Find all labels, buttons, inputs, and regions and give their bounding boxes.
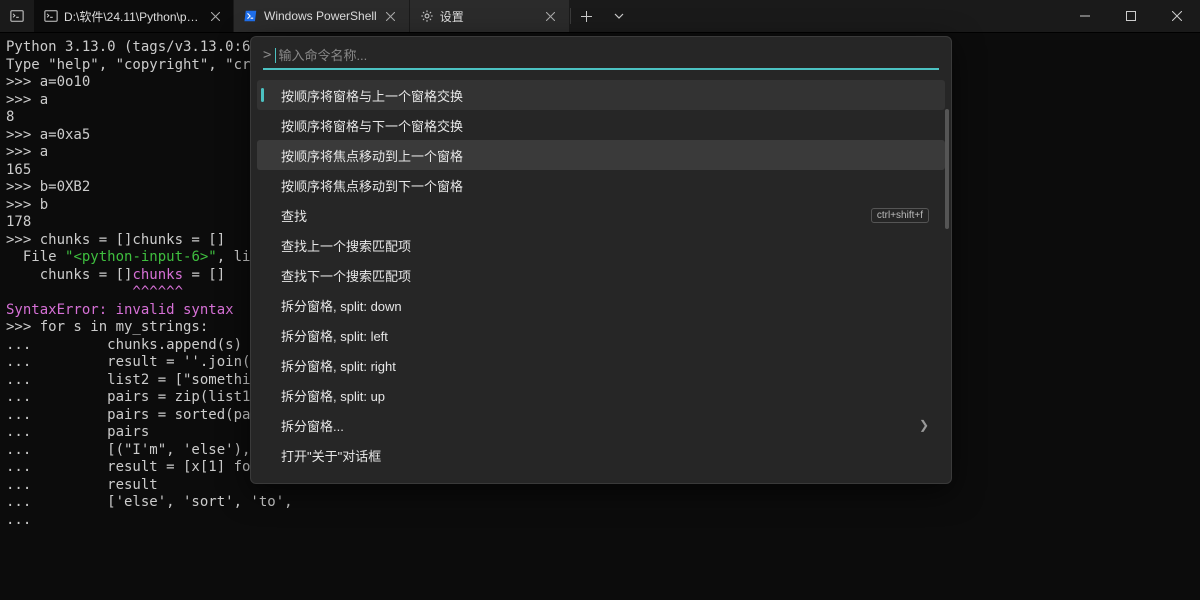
chevron-right-icon: ❯ bbox=[919, 418, 929, 432]
palette-item-label: 拆分窗格... bbox=[281, 416, 919, 435]
palette-item-3[interactable]: 按顺序将焦点移动到下一个窗格 bbox=[257, 170, 945, 200]
new-tab-button[interactable] bbox=[571, 0, 603, 32]
maximize-button[interactable] bbox=[1108, 0, 1154, 32]
palette-item-1[interactable]: 按顺序将窗格与下一个窗格交换 bbox=[257, 110, 945, 140]
palette-item-label: 拆分窗格, split: right bbox=[281, 356, 929, 375]
palette-item-10[interactable]: 拆分窗格, split: up bbox=[257, 380, 945, 410]
palette-item-label: 打开"关于"对话框 bbox=[281, 446, 929, 465]
titlebar: D:\软件\24.11\Python\python. Windows PowerS… bbox=[0, 0, 1200, 33]
app-icon[interactable] bbox=[0, 0, 34, 32]
palette-item-label: 查找 bbox=[281, 206, 871, 225]
terminal-icon bbox=[44, 9, 58, 23]
palette-item-2[interactable]: 按顺序将焦点移动到上一个窗格 bbox=[257, 140, 945, 170]
minimize-button[interactable] bbox=[1062, 0, 1108, 32]
tab-close-icon[interactable] bbox=[543, 8, 559, 24]
palette-search-input[interactable] bbox=[278, 48, 939, 63]
palette-item-label: 拆分窗格, split: up bbox=[281, 386, 929, 405]
palette-item-label: 按顺序将窗格与下一个窗格交换 bbox=[281, 116, 929, 135]
tab-label: 设置 bbox=[440, 8, 537, 25]
palette-item-9[interactable]: 拆分窗格, split: right bbox=[257, 350, 945, 380]
palette-item-7[interactable]: 拆分窗格, split: down bbox=[257, 290, 945, 320]
palette-item-label: 按顺序将焦点移动到上一个窗格 bbox=[281, 146, 929, 165]
palette-item-5[interactable]: 查找上一个搜索匹配项 bbox=[257, 230, 945, 260]
close-button[interactable] bbox=[1154, 0, 1200, 32]
tab-strip: D:\软件\24.11\Python\python. Windows PowerS… bbox=[34, 0, 570, 32]
palette-list[interactable]: 按顺序将窗格与上一个窗格交换按顺序将窗格与下一个窗格交换按顺序将焦点移动到上一个… bbox=[251, 76, 951, 483]
tab-dropdown-button[interactable] bbox=[603, 0, 635, 32]
palette-item-label: 拆分窗格, split: down bbox=[281, 296, 929, 315]
titlebar-drag-region[interactable] bbox=[635, 0, 1062, 32]
palette-item-8[interactable]: 拆分窗格, split: left bbox=[257, 320, 945, 350]
palette-input-wrap: > bbox=[251, 37, 951, 76]
tab-close-icon[interactable] bbox=[383, 8, 399, 24]
tab-0[interactable]: D:\软件\24.11\Python\python. bbox=[34, 0, 234, 32]
gear-icon bbox=[420, 9, 434, 23]
palette-item-label: 按顺序将焦点移动到下一个窗格 bbox=[281, 176, 929, 195]
tab-label: D:\软件\24.11\Python\python. bbox=[64, 8, 201, 25]
palette-item-11[interactable]: 拆分窗格...❯ bbox=[257, 410, 945, 440]
tab-1[interactable]: Windows PowerShell bbox=[234, 0, 410, 32]
palette-scrollbar[interactable] bbox=[945, 109, 949, 229]
palette-item-6[interactable]: 查找下一个搜索匹配项 bbox=[257, 260, 945, 290]
palette-item-12[interactable]: 打开"关于"对话框 bbox=[257, 440, 945, 470]
command-palette: > 按顺序将窗格与上一个窗格交换按顺序将窗格与下一个窗格交换按顺序将焦点移动到上… bbox=[250, 36, 952, 484]
palette-item-label: 查找上一个搜索匹配项 bbox=[281, 236, 929, 255]
tab-label: Windows PowerShell bbox=[264, 9, 377, 23]
palette-item-label: 按顺序将窗格与上一个窗格交换 bbox=[281, 86, 929, 105]
powershell-icon bbox=[244, 9, 258, 23]
palette-item-label: 拆分窗格, split: left bbox=[281, 326, 929, 345]
palette-item-4[interactable]: 查找ctrl+shift+f bbox=[257, 200, 945, 230]
palette-item-0[interactable]: 按顺序将窗格与上一个窗格交换 bbox=[257, 80, 945, 110]
window-controls bbox=[1062, 0, 1200, 32]
palette-item-label: 查找下一个搜索匹配项 bbox=[281, 266, 929, 285]
keyboard-shortcut: ctrl+shift+f bbox=[871, 208, 929, 223]
palette-prefix: > bbox=[263, 47, 271, 63]
text-cursor bbox=[275, 48, 276, 63]
tab-close-icon[interactable] bbox=[207, 8, 223, 24]
tab-2[interactable]: 设置 bbox=[410, 0, 570, 32]
palette-input-row[interactable]: > bbox=[263, 47, 939, 70]
